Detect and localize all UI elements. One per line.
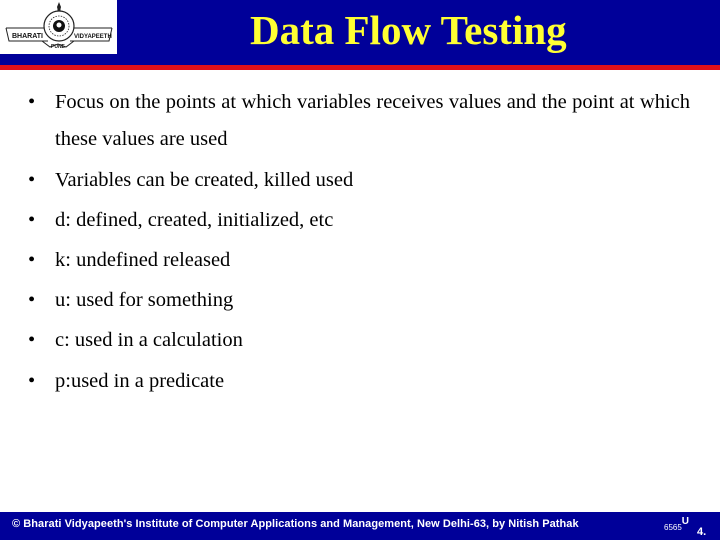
logo-right-text: VIDYAPEETH (74, 34, 112, 40)
bullet-item: • Variables can be created, killed used (28, 166, 690, 194)
bullet-item: • c: used in a calculation (28, 326, 690, 354)
bullet-text: u: used for something (55, 289, 234, 311)
bullet-icon: • (28, 329, 36, 351)
bullet-item: • k: undefined released (28, 246, 690, 274)
bullet-text: Focus on the points at which variables r… (55, 91, 690, 150)
header-divider (0, 65, 720, 70)
footer-bar: © Bharati Vidyapeeth's Institute of Comp… (0, 512, 720, 540)
header-bar: BHARATI VIDYAPEETH PUNE Data Flow Testin… (0, 0, 720, 65)
institute-emblem-icon: BHARATI VIDYAPEETH PUNE (5, 2, 113, 50)
bullet-icon: • (28, 370, 36, 392)
bullet-item: • d: defined, created, initialized, etc (28, 206, 690, 234)
bullet-icon: • (28, 169, 36, 191)
logo-left-text: BHARATI (12, 33, 43, 40)
bullet-text: k: undefined released (55, 249, 231, 271)
bullet-text: d: defined, created, initialized, etc (55, 209, 334, 231)
bullet-item: • p:used in a predicate (28, 367, 690, 395)
bullet-icon: • (28, 289, 36, 311)
bullet-text: Variables can be created, killed used (55, 169, 354, 191)
bullet-icon: • (28, 91, 36, 113)
page-code: 6565 (664, 523, 682, 532)
bullet-icon: • (28, 209, 36, 231)
institute-logo: BHARATI VIDYAPEETH PUNE (0, 0, 117, 54)
bullet-text: c: used in a calculation (55, 329, 243, 351)
page-number-line2: 4. (697, 526, 707, 538)
bullet-item: • u: used for something (28, 286, 690, 314)
bullet-icon: • (28, 249, 36, 271)
page-number: 6565U (664, 514, 689, 532)
bullet-text: p:used in a predicate (55, 370, 225, 392)
bullet-item: • Focus on the points at which variables… (28, 88, 690, 158)
footer-copyright: © Bharati Vidyapeeth's Institute of Comp… (12, 518, 579, 530)
slide-title: Data Flow Testing (250, 7, 567, 53)
page-sup: U (681, 516, 690, 527)
logo-bottom-text: PUNE (51, 44, 66, 50)
